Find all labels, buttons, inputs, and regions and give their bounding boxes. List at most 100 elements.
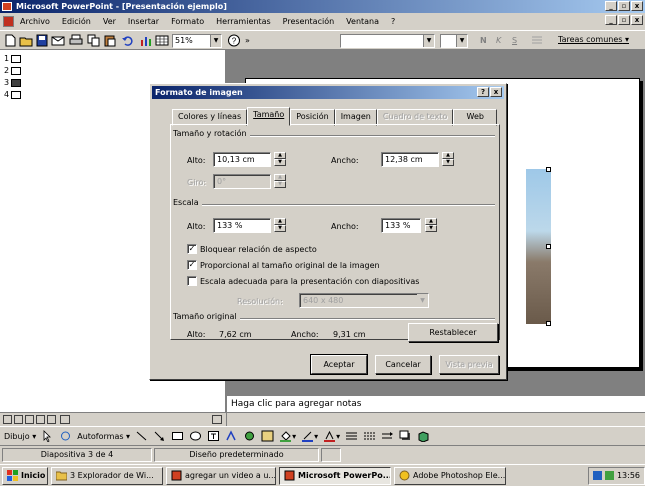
start-button[interactable]: Inicio <box>2 466 48 485</box>
menu-edicion[interactable]: Edición <box>60 17 93 26</box>
taskbar-item-powerpoint-doc[interactable]: agregar un video a u... <box>166 466 276 485</box>
textbox-icon[interactable] <box>207 430 220 442</box>
taskbar-item-photoshop[interactable]: Adobe Photoshop Ele... <box>394 466 506 485</box>
menu-formato[interactable]: Formato <box>169 17 206 26</box>
lock-aspect-checkbox[interactable]: ✓ Bloquear relación de aspecto <box>187 244 317 254</box>
reset-button[interactable]: Restablecer <box>408 323 498 342</box>
diagram-icon[interactable] <box>243 430 256 442</box>
menu-help[interactable]: ? <box>389 17 397 26</box>
underline-button[interactable]: S <box>512 34 526 47</box>
dialog-help-button[interactable]: ? <box>477 87 489 97</box>
rectangle-icon[interactable] <box>171 430 184 442</box>
font-combo[interactable]: ▼ <box>340 34 435 48</box>
relative-original-checkbox[interactable]: ✓ Proporcional al tamaño original de la i… <box>187 260 380 270</box>
minimize-button[interactable]: _ <box>605 1 617 11</box>
shadow-icon[interactable] <box>399 430 412 442</box>
tasks-button[interactable]: Tareas comunes ▾ <box>558 35 629 44</box>
close-button[interactable]: x <box>631 1 643 11</box>
dash-style-icon[interactable] <box>363 430 376 442</box>
scroll-left-icon[interactable] <box>60 415 70 424</box>
scale-ancho-field[interactable]: 133 % <box>381 218 421 233</box>
spin-up-icon[interactable]: ▲ <box>425 218 437 225</box>
arrow-icon[interactable] <box>153 430 166 442</box>
checkbox-box[interactable]: ✓ <box>187 244 197 254</box>
menu-ventana[interactable]: Ventana <box>344 17 381 26</box>
scale-ancho-spinner[interactable]: ▲ ▼ <box>425 218 437 233</box>
chart-icon[interactable] <box>139 34 153 47</box>
sorter-view-icon[interactable] <box>36 415 45 424</box>
scale-alto-spinner[interactable]: ▲ ▼ <box>274 218 286 233</box>
arrow-style-icon[interactable] <box>381 430 394 442</box>
slide-thumb-4[interactable]: 4 <box>4 90 22 99</box>
scale-alto-field[interactable]: 133 % <box>213 218 271 233</box>
spin-up-icon[interactable]: ▲ <box>442 152 454 159</box>
resize-handle[interactable] <box>546 321 551 326</box>
resize-handle[interactable] <box>546 167 551 172</box>
outline-view-icon[interactable] <box>14 415 23 424</box>
copy-icon[interactable] <box>87 34 101 47</box>
chevron-down-icon[interactable]: ▼ <box>210 35 221 47</box>
ok-button[interactable]: Aceptar <box>310 354 368 375</box>
select-arrow-icon[interactable] <box>41 430 54 442</box>
save-icon[interactable] <box>35 34 49 47</box>
3d-icon[interactable] <box>417 430 430 442</box>
print-icon[interactable] <box>69 34 83 47</box>
maximize-button[interactable]: ▫ <box>618 1 630 11</box>
menu-archivo[interactable]: Archivo <box>18 17 52 26</box>
checkbox-box[interactable]: ✓ <box>187 260 197 270</box>
normal-view-icon[interactable] <box>3 415 12 424</box>
checkbox-box[interactable] <box>187 276 197 286</box>
menu-insertar[interactable]: Insertar <box>126 17 161 26</box>
scroll-right-icon[interactable] <box>212 415 222 424</box>
more-buttons-icon[interactable]: » <box>245 34 259 47</box>
italic-button[interactable]: K <box>496 34 510 47</box>
paste-icon[interactable] <box>103 34 117 47</box>
open-icon[interactable] <box>19 34 33 47</box>
spin-down-icon[interactable]: ▼ <box>425 225 437 232</box>
horizontal-scrollbar[interactable] <box>227 412 645 426</box>
menu-presentacion[interactable]: Presentación <box>281 17 337 26</box>
undo-icon[interactable] <box>121 34 135 47</box>
doc-close-button[interactable]: x <box>631 15 643 25</box>
taskbar-item-powerpoint[interactable]: Microsoft PowerPo... <box>279 466 391 485</box>
best-scale-checkbox[interactable]: Escala adecuada para la presentación con… <box>187 276 419 286</box>
network-icon[interactable] <box>592 471 602 480</box>
taskbar-item-explorer[interactable]: 3 Explorador de Wi... <box>51 466 163 485</box>
spin-down-icon[interactable]: ▼ <box>274 225 286 232</box>
spin-up-icon[interactable]: ▲ <box>274 218 286 225</box>
oval-icon[interactable] <box>189 430 202 442</box>
slideshow-view-icon[interactable] <box>47 415 56 424</box>
align-icon[interactable] <box>530 34 544 47</box>
notes-pane[interactable]: Haga clic para agregar notas <box>227 395 645 412</box>
volume-icon[interactable] <box>604 471 614 480</box>
clipart-icon[interactable] <box>261 430 274 442</box>
email-icon[interactable] <box>51 34 65 47</box>
ancho-field[interactable]: 12,38 cm <box>381 152 439 167</box>
slide-view-icon[interactable] <box>25 415 34 424</box>
alto-spinner[interactable]: ▲ ▼ <box>274 152 286 167</box>
rotate-icon[interactable] <box>59 430 72 442</box>
tab-tamano[interactable]: Tamaño <box>247 107 291 126</box>
menu-ver[interactable]: Ver <box>101 17 118 26</box>
resize-handle[interactable] <box>546 244 551 249</box>
line-style-icon[interactable] <box>345 430 358 442</box>
new-icon[interactable] <box>3 34 17 47</box>
bold-button[interactable]: N <box>480 34 494 47</box>
line-color-icon[interactable]: ▾ <box>301 430 318 442</box>
clock[interactable]: 13:56 <box>617 471 640 480</box>
slide-thumb-2[interactable]: 2 <box>4 66 22 75</box>
document-icon[interactable] <box>3 16 14 27</box>
zoom-combo[interactable]: 51% ▼ <box>172 34 222 48</box>
slide-thumb-3[interactable]: 3 <box>4 78 22 87</box>
slide-thumb-1[interactable]: 1 <box>4 54 22 63</box>
spin-up-icon[interactable]: ▲ <box>274 152 286 159</box>
menu-herramientas[interactable]: Herramientas <box>214 17 273 26</box>
font-color-icon[interactable]: ▾ <box>323 430 340 442</box>
doc-minimize-button[interactable]: _ <box>605 15 617 25</box>
fill-color-icon[interactable]: ▾ <box>279 430 296 442</box>
font-size-combo[interactable]: ▼ <box>440 34 468 48</box>
autoshapes-menu[interactable]: Autoformas ▾ <box>77 432 130 441</box>
line-icon[interactable] <box>135 430 148 442</box>
dialog-close-button[interactable]: x <box>490 87 502 97</box>
spin-down-icon[interactable]: ▼ <box>274 159 286 166</box>
